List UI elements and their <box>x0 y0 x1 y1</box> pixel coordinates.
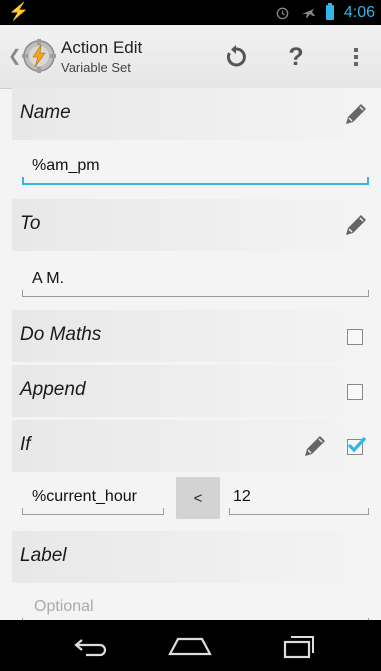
if-label: If <box>20 434 31 455</box>
label-placeholder: Optional <box>34 598 94 615</box>
alarm-icon <box>276 7 289 20</box>
navigation-bar <box>0 620 381 671</box>
overflow-menu-button[interactable] <box>336 37 376 77</box>
action-edit-form: Name %am_pm To A M. Do Maths Append If %… <box>0 88 381 620</box>
to-value: A M. <box>32 270 65 287</box>
undo-icon <box>226 45 246 67</box>
if-left-value: %current_hour <box>32 488 137 505</box>
append-checkbox[interactable] <box>347 384 363 400</box>
pencil-icon[interactable] <box>342 211 370 239</box>
checkmark-icon <box>347 436 367 453</box>
page-subtitle: Variable Set <box>61 60 131 75</box>
do-maths-label: Do Maths <box>20 324 102 345</box>
flash-icon: ⚡ <box>8 2 30 21</box>
label-section: Label <box>12 531 381 583</box>
name-section: Name <box>12 88 381 140</box>
help-button[interactable]: ? <box>276 37 316 77</box>
home-icon[interactable] <box>160 628 220 664</box>
back-icon[interactable] <box>62 628 122 664</box>
overflow-menu-icon <box>354 48 358 66</box>
name-field[interactable]: %am_pm <box>22 153 369 185</box>
status-icons: 4:06 <box>275 0 375 25</box>
label-label: Label <box>20 545 67 566</box>
app-icon[interactable] <box>21 38 57 74</box>
page-title: Action Edit <box>61 38 143 57</box>
do-maths-section: Do Maths <box>12 310 381 362</box>
if-section: If <box>12 420 381 472</box>
pencil-icon[interactable] <box>342 100 370 128</box>
to-section: To <box>12 199 381 251</box>
recents-icon[interactable] <box>269 628 329 664</box>
to-label: To <box>20 213 41 234</box>
if-checkbox[interactable] <box>347 436 367 455</box>
append-section: Append <box>12 365 381 417</box>
do-maths-checkbox[interactable] <box>347 329 363 345</box>
airplane-mode-icon <box>301 8 315 18</box>
action-bar: ❮ Action Edit Variable Set ? <box>0 25 381 89</box>
status-bar: ⚡ 4:06 <box>0 0 381 25</box>
undo-button[interactable] <box>216 37 256 77</box>
if-right-field[interactable]: 12 <box>229 484 369 515</box>
operator-label: < <box>193 489 203 507</box>
to-field[interactable]: A M. <box>22 266 369 297</box>
if-right-value: 12 <box>233 488 251 505</box>
pencil-icon[interactable] <box>301 432 329 460</box>
append-label: Append <box>20 379 86 400</box>
name-value: %am_pm <box>32 157 100 174</box>
clock: 4:06 <box>343 3 375 21</box>
name-label: Name <box>20 102 71 123</box>
help-icon: ? <box>288 42 304 71</box>
up-navigation-icon[interactable]: ❮ <box>8 46 21 66</box>
if-left-field[interactable]: %current_hour <box>22 484 164 515</box>
label-field[interactable]: Optional <box>22 594 369 620</box>
battery-icon <box>325 3 334 20</box>
operator-button[interactable]: < <box>176 477 220 519</box>
